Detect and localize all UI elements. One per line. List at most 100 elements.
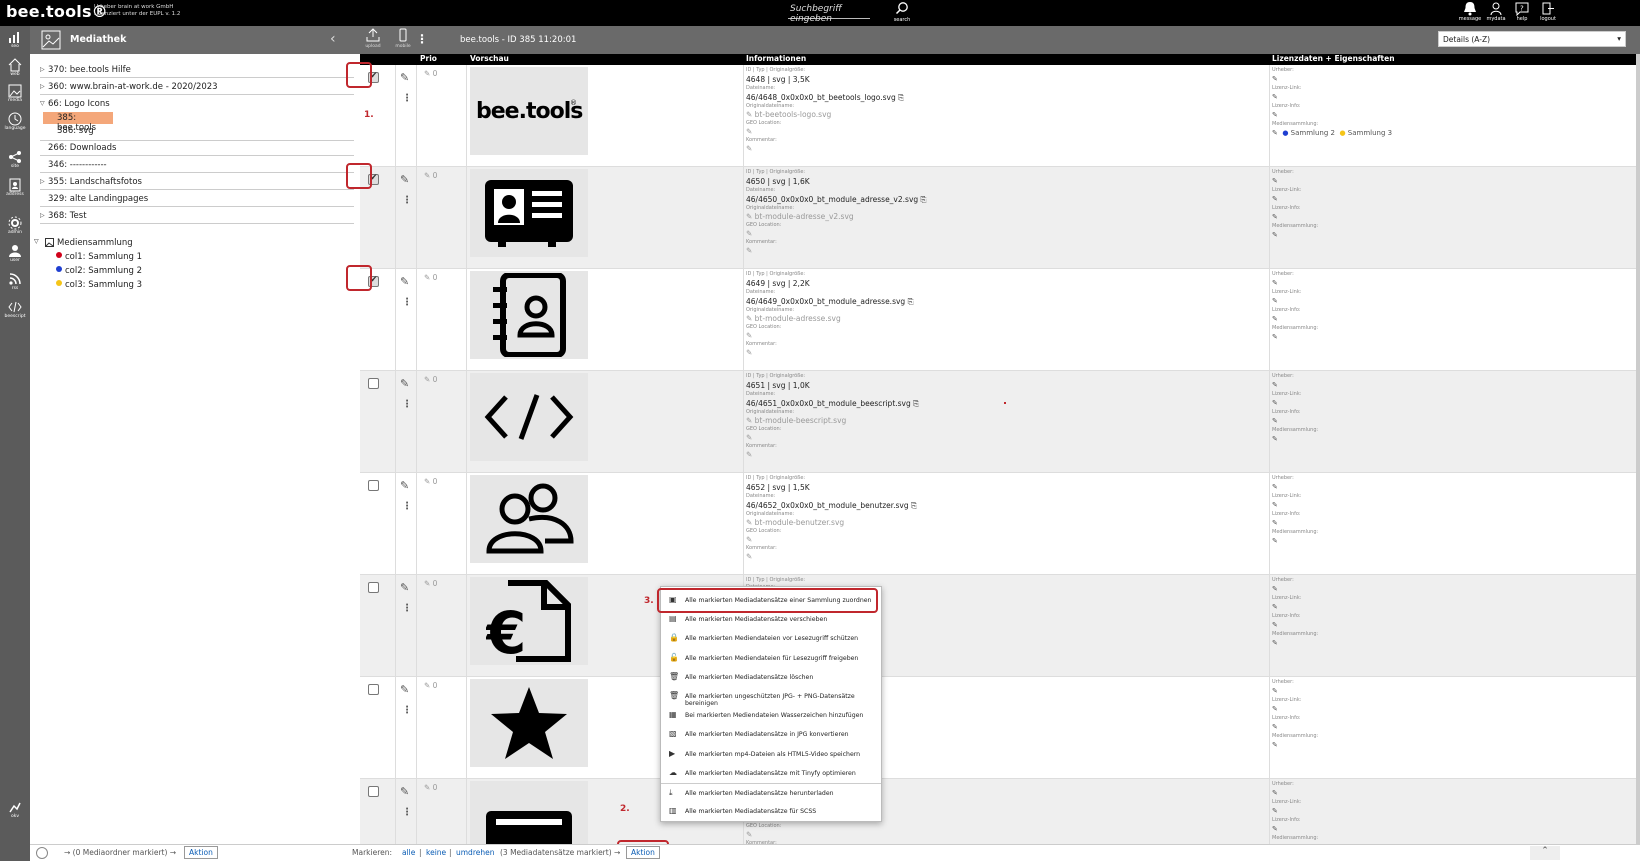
table-row[interactable]: ✎⋮✎ 0ID | Typ | Originalgröße:Dateiname:… (360, 677, 1636, 779)
row-menu-icon[interactable]: ⋮ (402, 807, 412, 818)
expand-icon[interactable]: ▷ (40, 212, 45, 219)
preview-image[interactable] (470, 679, 588, 767)
row-checkbox[interactable] (368, 684, 379, 695)
copy-icon[interactable]: ⎘ (913, 399, 919, 408)
mobile-button[interactable]: mobile (390, 28, 416, 49)
geo-edit-icon[interactable]: ✎ (746, 127, 1266, 137)
edit-icon[interactable]: ✎ (400, 479, 409, 492)
menu-item[interactable]: ▤ Alle markierten Mediadatensätze verschi… (661, 610, 881, 629)
edit-icon[interactable]: ✎ (400, 71, 409, 84)
expand-icon[interactable]: ▷ (40, 83, 45, 90)
column-informationen[interactable]: Informationen (746, 54, 806, 63)
logout-button[interactable]: logout (1536, 1, 1560, 22)
author-edit-icon[interactable]: ✎ (1272, 482, 1572, 493)
nav-web[interactable]: web (0, 58, 30, 77)
message-button[interactable]: message (1458, 1, 1482, 22)
collection-edit[interactable]: ✎ (1272, 230, 1572, 241)
menu-item[interactable]: ▦ Bei markierten Mediendateien Wasserzeic… (661, 706, 881, 725)
media-action-button[interactable]: Aktion (626, 846, 660, 859)
scrollbar[interactable] (1636, 54, 1640, 844)
nav-beescript[interactable]: beescript (0, 300, 30, 319)
edit-icon[interactable]: ✎ (400, 683, 409, 696)
file-name[interactable]: 46/4652_0x0x0x0_bt_module_benutzer.svg (746, 501, 909, 510)
original-file-name[interactable]: bt-module-adresse_v2.svg (755, 212, 854, 221)
prio-value[interactable]: ✎ 0 (424, 681, 437, 690)
row-menu-icon[interactable]: ⋮ (402, 297, 412, 308)
geo-edit-icon[interactable]: ✎ (746, 535, 1266, 545)
license-link-edit-icon[interactable]: ✎ (1272, 500, 1572, 511)
table-row[interactable]: ✎ ⋮ ✎ 0 ID | Typ | Originalgröße: 4652 | svg… (360, 473, 1636, 575)
nav-media[interactable]: media (0, 84, 30, 103)
author-edit-icon[interactable]: ✎ (1272, 278, 1572, 289)
nav-seo[interactable]: seo (0, 30, 30, 49)
prio-value[interactable]: ✎ 0 (424, 477, 437, 486)
collection-edit[interactable]: ✎ (1272, 638, 1572, 649)
file-name[interactable]: 46/4650_0x0x0x0_bt_module_adresse_v2.svg (746, 195, 918, 204)
tree-item[interactable]: 329: alte Landingpages (40, 191, 354, 207)
upload-button[interactable]: upload (360, 28, 386, 49)
original-file-name[interactable]: bt-module-benutzer.svg (755, 518, 844, 527)
prio-value[interactable]: ✎ 0 (424, 171, 437, 180)
tree-item[interactable]: ▷ 360: www.brain-at-work.de - 2020/2023 (40, 79, 354, 95)
nav-admin[interactable]: admin (0, 216, 30, 235)
row-checkbox[interactable] (368, 786, 379, 797)
row-menu-icon[interactable]: ⋮ (402, 501, 412, 512)
prio-value[interactable]: ✎ 0 (424, 783, 437, 792)
collection-edit[interactable]: ✎ (1272, 434, 1572, 445)
license-link-edit-icon[interactable]: ✎ (1272, 806, 1572, 817)
original-file-name[interactable]: bt-module-beescript.svg (755, 416, 847, 425)
scroll-top-icon[interactable]: ⌃ (1530, 846, 1560, 860)
collection-item[interactable]: col3: Sammlung 3 (65, 280, 142, 290)
collection-title[interactable]: Mediensammlung (57, 238, 133, 248)
license-info-edit-icon[interactable]: ✎ (1272, 110, 1572, 121)
table-row[interactable]: ✎⋮✎ 0ID | Typ | Originalgröße:Dateiname:… (360, 779, 1636, 844)
comment-edit-icon[interactable]: ✎ (746, 144, 1266, 154)
comment-edit-icon[interactable]: ✎ (746, 552, 1266, 562)
menu-item[interactable]: ☁ Alle markierten Mediadatensätze mit Tin… (661, 764, 881, 783)
copy-icon[interactable]: ⎘ (911, 501, 917, 510)
edit-icon[interactable]: ✎ (400, 173, 409, 186)
collection-edit[interactable]: ✎ (1272, 740, 1572, 751)
edit-icon[interactable]: ✎ (400, 581, 409, 594)
mark-all-link[interactable]: alle (402, 848, 415, 857)
nav-address[interactable]: address (0, 178, 30, 197)
table-row[interactable]: ✎ ⋮ ✎ 0 ID | Typ | Originalgröße:4650 | svg… (360, 167, 1636, 269)
menu-item[interactable]: ⤓ Alle markierten Mediadatensätze herunte… (661, 783, 881, 802)
row-checkbox[interactable] (368, 378, 379, 389)
tree-item[interactable]: ▷ 355: Landschaftsfotos (40, 174, 354, 190)
collection-item[interactable]: col2: Sammlung 2 (65, 266, 142, 276)
geo-edit-icon[interactable]: ✎ (746, 331, 1266, 341)
copy-icon[interactable]: ⎘ (921, 195, 927, 204)
mark-invert-link[interactable]: umdrehen (456, 848, 494, 857)
app-logo[interactable]: bee.tools® (6, 2, 108, 21)
row-menu-icon[interactable]: ⋮ (402, 195, 412, 206)
author-edit-icon[interactable]: ✎ (1272, 584, 1572, 595)
mydata-button[interactable]: mydata (1484, 1, 1508, 22)
copy-icon[interactable]: ⎘ (908, 297, 914, 306)
collapse-icon[interactable]: ▽ (34, 238, 39, 245)
nav-site[interactable]: site (0, 150, 30, 169)
collection-edit[interactable]: ✎ (1272, 332, 1572, 343)
license-info-edit-icon[interactable]: ✎ (1272, 212, 1572, 223)
nav-user[interactable]: user (0, 244, 30, 263)
comment-edit-icon[interactable]: ✎ (746, 246, 1266, 256)
author-edit-icon[interactable]: ✎ (1272, 686, 1572, 697)
expand-icon[interactable]: ▷ (40, 178, 45, 185)
license-info-edit-icon[interactable]: ✎ (1272, 722, 1572, 733)
file-name[interactable]: 46/4649_0x0x0x0_bt_module_adresse.svg (746, 297, 905, 306)
preview-image[interactable] (470, 781, 588, 844)
table-row[interactable]: ✎ ⋮ ✎ 0 bee.tools® ID | Typ | Originalgröße:… (360, 65, 1636, 167)
license-info-edit-icon[interactable]: ✎ (1272, 314, 1572, 325)
author-edit-icon[interactable]: ✎ (1272, 176, 1572, 187)
edit-icon[interactable]: ✎ (400, 377, 409, 390)
menu-item[interactable]: 🔒 Alle markierten Mediendateien vor Lesez… (661, 629, 881, 648)
tree-item[interactable]: ▷ 368: Test (40, 208, 354, 224)
license-info-edit-icon[interactable]: ✎ (1272, 518, 1572, 529)
menu-item[interactable]: 🗑 Alle markierten Mediadatensätze löschen (661, 668, 881, 687)
folder-action-button[interactable]: Aktion (184, 846, 218, 859)
license-info-edit-icon[interactable]: ✎ (1272, 824, 1572, 835)
table-row[interactable]: ✎⋮✎ 0€ID | Typ | Originalgröße:Dateiname… (360, 575, 1636, 677)
nav-rss[interactable]: rss (0, 272, 30, 291)
geo-edit-icon[interactable]: ✎ (746, 830, 1266, 840)
sort-select[interactable]: Details (A-Z) (1438, 31, 1626, 47)
